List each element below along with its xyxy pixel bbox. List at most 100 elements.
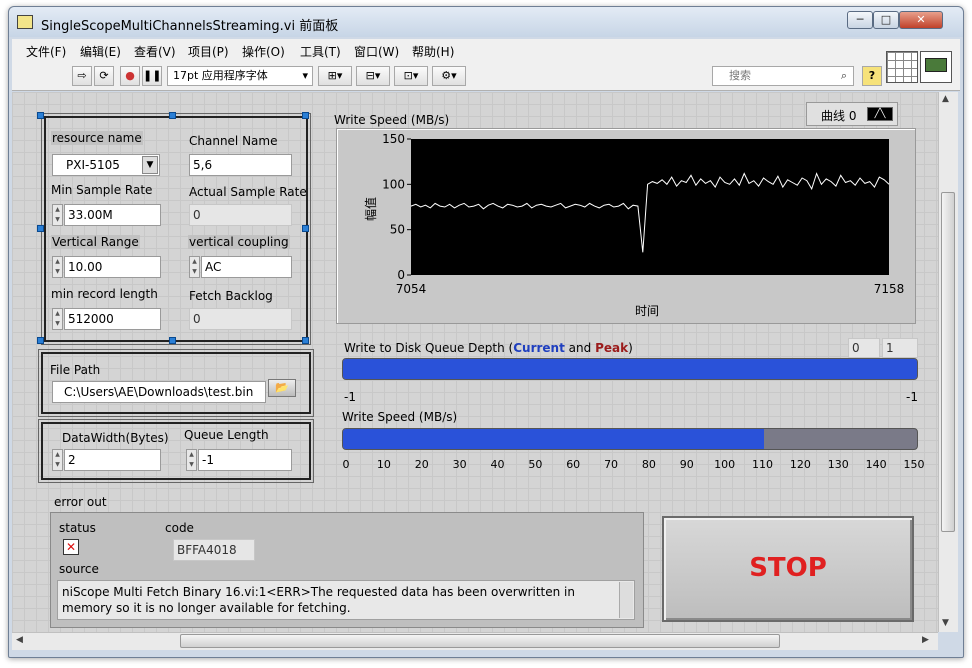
toolbar: ⇨ ⟳ ● ❚❚ 17pt 应用程序字体 ▾ ⊞▾ ⊟▾ ⊡▾ ⚙▾ 搜索 ⌕ ?	[12, 51, 960, 91]
scroll-right-icon[interactable]: ▶	[922, 635, 929, 645]
search-input[interactable]: 搜索 ⌕	[712, 66, 854, 86]
resource-name-combo[interactable]: PXI-5105 ▼	[52, 154, 160, 176]
pause-icon[interactable]: ❚❚	[142, 66, 162, 86]
title-bar: SingleScopeMultiChannelsStreaming.vi 前面板…	[9, 7, 963, 37]
run-arrow-icon[interactable]: ⇨	[72, 66, 92, 86]
vertical-range-label: Vertical Range	[51, 235, 140, 249]
queue-depth-bar	[342, 358, 918, 380]
reorder-icon[interactable]: ⚙▾	[432, 66, 466, 86]
menu-edit[interactable]: 编辑(E)	[80, 43, 121, 60]
vertical-range-stepper[interactable]: ▲ ▼	[52, 256, 63, 278]
vertical-range-field[interactable]: 10.00	[64, 256, 161, 278]
speed-tick-label: 140	[865, 458, 887, 471]
menu-window[interactable]: 窗口(W)	[354, 43, 399, 60]
selection-handle[interactable]	[302, 112, 309, 119]
plot-legend-label: 曲线 0	[821, 109, 857, 123]
close-button[interactable]: ✕	[899, 11, 943, 29]
menu-view[interactable]: 查看(V)	[134, 43, 176, 60]
speed-tick-label: 100	[714, 458, 736, 471]
min-record-length-field[interactable]: 512000	[64, 308, 161, 330]
queue-and-word: and	[564, 341, 596, 355]
scroll-up-icon[interactable]: ▲	[942, 94, 949, 104]
queue-max-label: -1	[906, 390, 918, 404]
selection-handle[interactable]	[37, 112, 44, 119]
vertical-scrollbar[interactable]: ▲ ▼	[938, 92, 958, 632]
plot-gridlines	[407, 138, 411, 276]
connector-pane-icon[interactable]	[886, 51, 918, 83]
vertical-coupling-field[interactable]: AC	[201, 256, 292, 278]
data-width-stepper[interactable]: ▲ ▼	[52, 449, 63, 471]
queue-current-indicator: 0	[848, 338, 880, 358]
menu-operate[interactable]: 操作(O)	[242, 43, 285, 60]
vertical-scroll-thumb[interactable]	[941, 192, 955, 532]
selection-handle[interactable]	[302, 225, 309, 232]
queue-depth-label: Write to Disk Queue Depth (Current and P…	[344, 341, 633, 355]
actual-sample-rate-label: Actual Sample Rate	[189, 185, 307, 199]
plot-legend[interactable]: 曲线 0 ╱╲	[806, 102, 898, 126]
font-selector[interactable]: 17pt 应用程序字体 ▾	[167, 66, 313, 86]
plot-area[interactable]	[411, 139, 889, 275]
font-selector-label: 17pt 应用程序字体	[173, 69, 268, 82]
error-source-scrollbar[interactable]	[619, 582, 633, 618]
maximize-button[interactable]: □	[873, 11, 899, 29]
speed-tick-label: 110	[752, 458, 774, 471]
min-sample-rate-field[interactable]: 33.00M	[64, 204, 161, 226]
vi-icon-pane[interactable]	[920, 51, 952, 83]
run-continuously-icon[interactable]: ⟳	[94, 66, 114, 86]
distribute-objects-icon[interactable]: ⊟▾	[356, 66, 390, 86]
scroll-down-icon[interactable]: ▼	[942, 618, 949, 628]
scroll-left-icon[interactable]: ◀	[16, 635, 23, 645]
min-record-length-stepper[interactable]: ▲ ▼	[52, 308, 63, 330]
folder-icon[interactable]: 📂	[268, 379, 296, 397]
menu-project[interactable]: 项目(P)	[188, 43, 229, 60]
horizontal-scroll-thumb[interactable]	[180, 634, 780, 648]
selection-handle[interactable]	[37, 225, 44, 232]
speed-tick-label: 150	[903, 458, 925, 471]
data-width-field[interactable]: 2	[64, 449, 161, 471]
speed-tick-label: 70	[604, 458, 619, 471]
menu-help[interactable]: 帮助(H)	[412, 43, 454, 60]
selection-handle[interactable]	[37, 337, 44, 344]
selection-handle[interactable]	[302, 337, 309, 344]
channel-name-field[interactable]: 5,6	[189, 154, 292, 176]
error-out-label: error out	[54, 495, 107, 509]
fetch-backlog-label: Fetch Backlog	[189, 289, 273, 303]
error-code-indicator: BFFA4018	[173, 539, 255, 561]
queue-current-word: Current	[513, 341, 565, 355]
chevron-down-icon[interactable]: ▼	[142, 156, 158, 174]
min-sample-rate-stepper[interactable]: ▲ ▼	[52, 204, 63, 226]
resource-name-label: resource name	[51, 131, 143, 145]
file-path-value: C:\Users\AE\Downloads\test.bin	[64, 385, 254, 399]
align-objects-icon[interactable]: ⊞▾	[318, 66, 352, 86]
channel-name-label: Channel Name	[189, 134, 278, 148]
speed-tick-label: 30	[452, 458, 467, 471]
abort-icon[interactable]: ●	[120, 66, 140, 86]
y-axis-label: 幅值	[363, 197, 378, 221]
menu-file[interactable]: 文件(F)	[26, 43, 66, 60]
x-axis-ticks: 7054 7158	[396, 282, 905, 296]
selection-handle[interactable]	[169, 337, 176, 344]
help-button[interactable]: ?	[862, 66, 882, 86]
help-label: ?	[868, 69, 876, 82]
vertical-coupling-stepper[interactable]: ▲ ▼	[189, 256, 200, 278]
plot-swatch-icon[interactable]: ╱╲	[867, 107, 893, 121]
stop-button[interactable]: STOP	[662, 516, 914, 622]
selection-handle[interactable]	[169, 112, 176, 119]
menu-tools[interactable]: 工具(T)	[300, 43, 341, 60]
scope-icon	[925, 58, 947, 72]
speed-tick-label: 130	[827, 458, 849, 471]
vi-window: SingleScopeMultiChannelsStreaming.vi 前面板…	[8, 6, 964, 658]
error-status-label: status	[59, 521, 96, 535]
chevron-down-icon: ▾	[302, 69, 308, 82]
file-path-field[interactable]: C:\Users\AE\Downloads\test.bin	[52, 381, 266, 403]
queue-length-stepper[interactable]: ▲ ▼	[186, 449, 197, 471]
vi-icon	[17, 15, 33, 29]
queue-length-field[interactable]: -1	[198, 449, 292, 471]
resize-objects-icon[interactable]: ⊡▾	[394, 66, 428, 86]
horizontal-scrollbar[interactable]: ◀ ▶	[12, 632, 938, 650]
minimize-button[interactable]: ─	[847, 11, 873, 29]
x-tick-label: 7158	[874, 282, 905, 296]
actual-sample-rate-indicator: 0	[189, 204, 292, 226]
search-icon: ⌕	[840, 69, 847, 82]
front-panel: resource name PXI-5105 ▼ Channel Name 5,6…	[12, 92, 938, 632]
